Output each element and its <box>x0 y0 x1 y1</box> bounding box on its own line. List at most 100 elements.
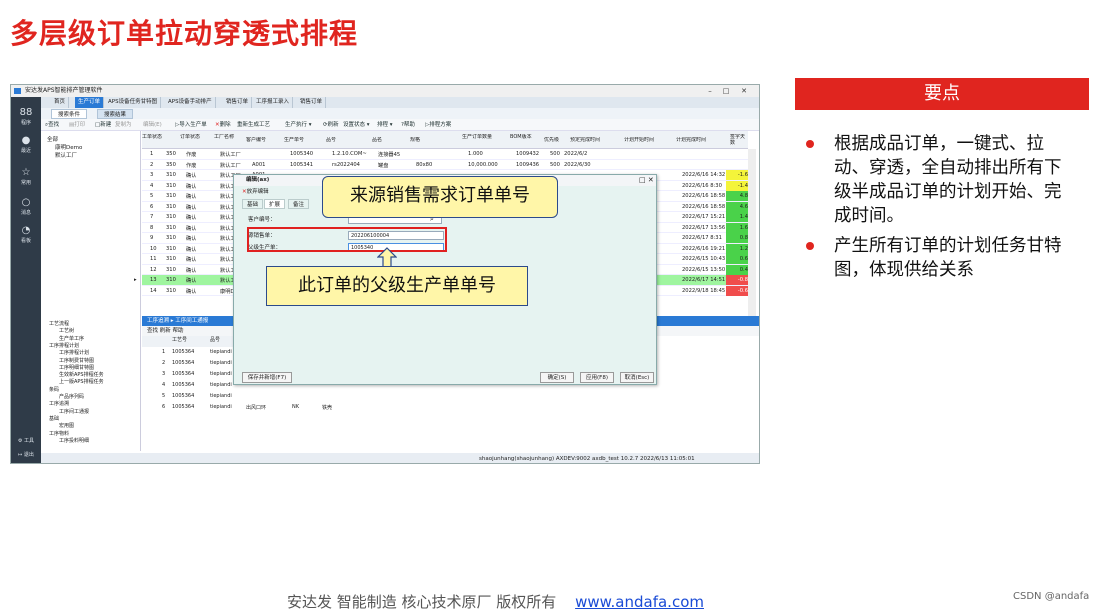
find-button[interactable]: ⌕查找 <box>45 119 59 131</box>
col-header[interactable]: 订单状态 <box>180 134 206 140</box>
main-tabs: 首页 生产订单 APS设备任务甘特图 APS设备手动排产 销售订单 工序报工录入… <box>41 97 759 108</box>
set-status-button[interactable]: 设置状态 ▾ <box>343 119 370 131</box>
table-cell: 10 <box>150 245 157 252</box>
col-header[interactable]: 预定完成时间 <box>570 137 618 143</box>
tree-node[interactable]: 工序明细甘特图 <box>59 364 94 371</box>
col-header[interactable]: 品号 <box>326 137 346 143</box>
ok-button[interactable]: 确定(S) <box>540 372 574 383</box>
tree-node[interactable]: 工序排程计划 <box>59 349 89 356</box>
edit-button[interactable]: 编辑(E) <box>143 119 162 131</box>
delete-button[interactable]: ✕删除 <box>215 119 231 131</box>
table-cell: 连接器45 <box>378 152 401 158</box>
tab-aps-gantt[interactable]: APS设备任务甘特图 <box>105 97 162 108</box>
maximize-button[interactable]: □ <box>719 85 733 97</box>
nav-program[interactable]: 88 程序 <box>11 107 41 126</box>
col-header[interactable]: 计划完成时间 <box>676 137 724 143</box>
table-cell: 默认工厂 <box>220 152 241 158</box>
tab-search-results[interactable]: 搜索结果 <box>97 109 134 119</box>
col-header[interactable]: 品号 <box>210 336 220 343</box>
cancel-button[interactable]: 取消(Esc) <box>620 372 654 383</box>
tree-node-default[interactable]: 默认工厂 <box>55 151 77 159</box>
col-header[interactable]: 品名 <box>372 137 392 143</box>
tree-node[interactable]: 产品序列码 <box>59 393 84 400</box>
table-cell: 310 <box>166 182 176 189</box>
refresh-button[interactable]: ⟳刷新 <box>323 119 339 131</box>
col-header[interactable]: 优先级 <box>544 137 568 143</box>
tab-report-entry[interactable]: 工序报工录入 <box>253 97 294 108</box>
dialog-tab-extend[interactable]: 扩展 <box>264 199 286 209</box>
col-header[interactable]: 生产订单数量 <box>462 134 510 140</box>
tree-node[interactable]: 工序排程计划 <box>49 342 79 349</box>
tree-node[interactable]: 工序投料明细 <box>59 437 89 444</box>
table-row[interactable]: 2 350 作废 默认工厂 A001 1005341 rs2022404 罐盘 80x80 10,… <box>142 160 748 170</box>
footer-link[interactable]: www.andafa.com <box>575 593 704 611</box>
nav-tools[interactable]: ⚙ 工具 <box>11 437 41 444</box>
tab-search-conditions[interactable]: 搜索条件 <box>51 109 88 119</box>
list-item[interactable]: 6 1005364 tiepiandi 出风口环 NK 铁壳 <box>142 402 442 413</box>
col-header[interactable]: 计划开始时间 <box>624 137 672 143</box>
save-and-new-button[interactable]: 保存并新增(F7) <box>242 372 292 383</box>
tab-home[interactable]: 首页 <box>51 97 70 108</box>
dialog-window-controls[interactable]: □ ✕ <box>639 175 654 186</box>
tree-node[interactable]: 宏用图 <box>59 422 74 429</box>
import-order-button[interactable]: ▷导入生产单 <box>175 119 207 131</box>
list-cell: 1005364 <box>172 393 195 399</box>
table-cell: 2022/6/17 8:31 <box>682 235 722 241</box>
tab-sales-order[interactable]: 销售订单 <box>223 97 253 108</box>
schedule-button[interactable]: 排程 ▾ <box>377 119 393 131</box>
regen-process-button[interactable]: 重新生成工艺 <box>237 119 270 131</box>
tree-node-all[interactable]: 全部 <box>47 135 58 143</box>
list-cell: 1005364 <box>172 360 195 366</box>
tree-node[interactable]: 工序间工通报 <box>59 408 89 415</box>
tree-node[interactable]: 工艺流程 <box>49 320 69 327</box>
apply-button[interactable]: 应用(F8) <box>580 372 614 383</box>
tree-node[interactable]: 基础 <box>49 415 59 422</box>
tree-node[interactable]: 工序制费甘特图 <box>59 357 94 364</box>
close-button[interactable]: ✕ <box>737 85 751 97</box>
tree-node[interactable]: 工艺树 <box>59 327 74 334</box>
tab-production-order[interactable]: 生产订单 <box>75 97 105 108</box>
col-header[interactable]: 工艺号 <box>172 336 187 343</box>
nav-recent[interactable]: ● 最近 <box>11 135 41 154</box>
nav-dashboard[interactable]: ◔ 看板 <box>11 225 41 244</box>
factory-tree: 全部 康明Demo 默认工厂 <box>41 131 141 316</box>
customer-label: 客户编号： <box>248 217 276 223</box>
tree-node[interactable]: 上一版APS排程任务 <box>59 378 104 385</box>
table-cell: 2022/6/16 14:32 <box>682 172 726 178</box>
tree-node[interactable]: 工序追溯 <box>49 400 69 407</box>
tab-sales-order-2[interactable]: 销售订单 <box>297 97 327 108</box>
copy-as-button[interactable]: 复制为 <box>115 119 132 131</box>
col-header[interactable]: 签字天数 <box>730 134 746 146</box>
dialog-tab-basic[interactable]: 基础 <box>242 199 264 209</box>
tree-node[interactable]: 条码 <box>49 386 59 393</box>
list-item[interactable]: 5 1005364 tiepiandi <box>142 391 442 402</box>
production-exec-button[interactable]: 生产执行 ▾ <box>285 119 312 131</box>
new-button[interactable]: □新建 <box>95 119 111 131</box>
bullet-icon <box>806 242 814 250</box>
nav-exit[interactable]: ↦ 退出 <box>11 451 41 458</box>
tab-aps-manual[interactable]: APS设备手动排产 <box>165 97 216 108</box>
col-header[interactable]: 工单状态 <box>142 134 168 140</box>
table-cell: 1009432 <box>516 151 540 157</box>
nav-messages[interactable]: ○ 消息 <box>11 197 41 216</box>
table-cell: 确认 <box>186 257 197 263</box>
tree-node[interactable]: 生产单工序 <box>59 335 84 342</box>
col-header[interactable]: 生产单号 <box>284 137 320 143</box>
discard-edit-button[interactable]: ✕放弃编辑 <box>242 187 269 197</box>
table-row[interactable]: 1 350 作废 默认工厂 1005340 1.2.10.COM~ 连接器45 1.000 10… <box>142 149 748 160</box>
col-header[interactable]: 工厂名称 <box>214 134 240 140</box>
dialog-tab-notes[interactable]: 备注 <box>288 199 310 209</box>
table-cell: 确认 <box>186 267 197 274</box>
col-header[interactable]: 规格 <box>410 137 430 143</box>
col-header[interactable]: BOM版本 <box>510 134 532 140</box>
tree-node-kangming[interactable]: 康明Demo <box>55 143 82 151</box>
tree-node[interactable]: 生效新APS排程任务 <box>59 371 104 378</box>
nav-favorites[interactable]: ☆ 常用 <box>11 167 41 186</box>
minimize-button[interactable]: – <box>703 85 717 97</box>
schedule-plan-button[interactable]: ▷排程方案 <box>425 119 451 131</box>
grid-scrollbar[interactable] <box>748 149 756 316</box>
col-header[interactable]: 客户编号 <box>246 137 278 143</box>
tree-node[interactable]: 工序物料 <box>49 430 69 437</box>
print-button[interactable]: ▤打印 <box>69 119 85 131</box>
help-button[interactable]: ?帮助 <box>401 119 415 131</box>
